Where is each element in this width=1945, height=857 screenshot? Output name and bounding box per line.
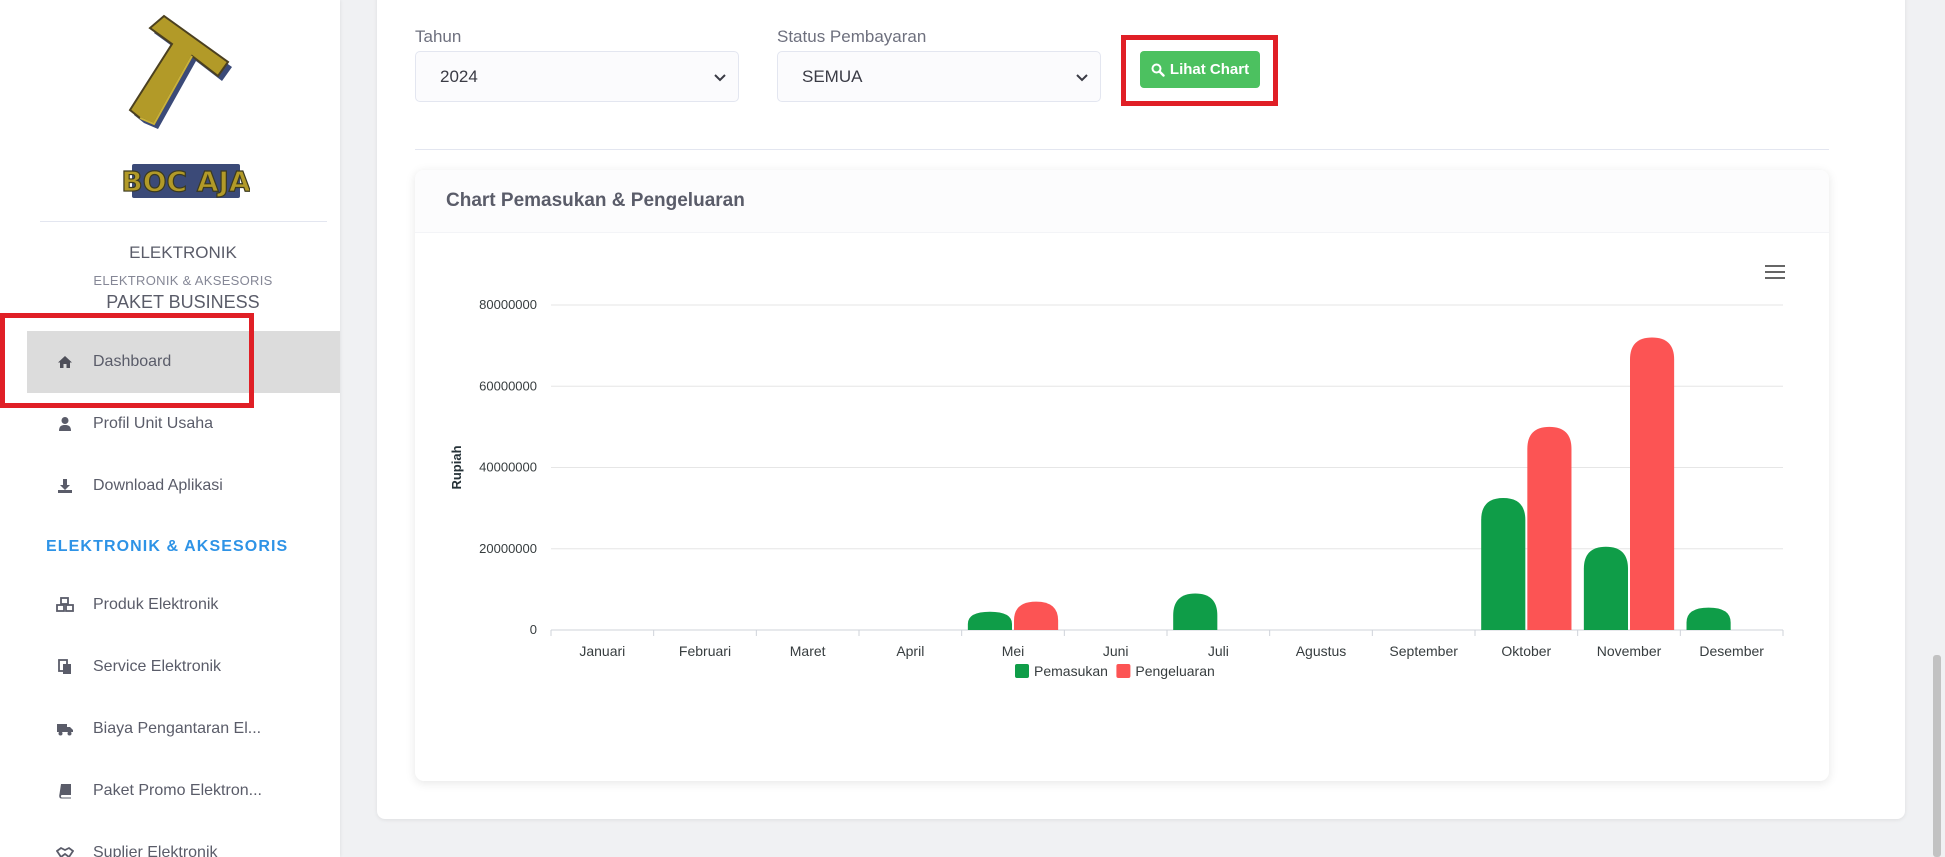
sidebar-item-label: Paket Promo Elektron... (93, 782, 262, 799)
sidebar-item-label: Suplier Elektronik (93, 844, 218, 857)
year-select[interactable]: 2024 (415, 51, 739, 102)
x-tick-label: Mei (1002, 643, 1025, 659)
status-label: Status Pembayaran (777, 27, 927, 46)
copy-icon (56, 658, 74, 676)
sidebar-item-label: Biaya Pengantaran El... (93, 720, 262, 737)
bar-pengeluaran (1630, 337, 1675, 630)
legend-marker (1116, 664, 1131, 678)
sidebar-section-heading: ELEKTRONIK & AKSESORIS (46, 538, 289, 555)
sidebar: BOC AJA ELEKTRONIK ELEKTRONIK & AKSESORI… (0, 0, 340, 857)
sidebar-item-biaya-pengantaran[interactable]: Biaya Pengantaran El... (0, 698, 340, 760)
scrollbar[interactable] (1933, 655, 1941, 857)
book-icon (56, 782, 74, 800)
sidebar-item-suplier-elektronik[interactable]: Suplier Elektronik (0, 822, 340, 857)
lihat-chart-label: Lihat Chart (1169, 61, 1250, 78)
status-select-value: SEMUA (802, 66, 863, 86)
business-plan: PAKET BUSINESS (106, 292, 260, 312)
logo-text: BOC AJA (121, 164, 250, 199)
sidebar-item-label: Produk Elektronik (93, 596, 219, 613)
home-icon (56, 353, 74, 371)
x-tick-label: Maret (790, 643, 826, 659)
brand-logo-graphic: BOC AJA (121, 14, 250, 199)
y-tick-label: 80000000 (479, 297, 537, 312)
sidebar-item-label: Download Aplikasi (93, 477, 223, 494)
sidebar-divider (40, 221, 327, 222)
bar-pengeluaran (1014, 601, 1059, 630)
sidebar-item-service-elektronik[interactable]: Service Elektronik (0, 636, 340, 698)
legend-label: Pemasukan (1034, 663, 1108, 679)
svg-text:BOC AJA: BOC AJA (121, 165, 250, 198)
lihat-chart-button[interactable]: Lihat Chart (1140, 51, 1260, 88)
business-category: ELEKTRONIK & AKSESORIS (93, 273, 273, 288)
sidebar-item-paket-promo[interactable]: Paket Promo Elektron... (0, 760, 340, 822)
sidebar-item-dashboard[interactable]: Dashboard (27, 331, 340, 393)
y-tick-label: 40000000 (479, 460, 537, 475)
legend-label: Pengeluaran (1135, 663, 1214, 679)
sidebar-item-profil-unit-usaha[interactable]: Profil Unit Usaha (0, 393, 340, 455)
x-tick-label: Juni (1103, 643, 1129, 659)
x-tick-label: Oktober (1501, 643, 1551, 659)
year-label: Tahun (415, 27, 462, 46)
x-tick-label: April (896, 643, 924, 659)
sidebar-item-label: Profil Unit Usaha (93, 415, 214, 432)
x-tick-label: Januari (579, 643, 625, 659)
chart-card: Chart Pemasukan & Pengeluaran 0 20000000 4… (415, 170, 1829, 781)
truck-icon (56, 720, 74, 738)
download-icon (56, 477, 74, 495)
chevron-down-icon (714, 74, 726, 82)
business-type: ELEKTRONIK (129, 243, 237, 262)
x-tick-label: Agustus (1296, 643, 1347, 659)
bar-chart: 0 20000000 40000000 60000000 80000000 Rupiah J… (449, 297, 1784, 679)
sidebar-item-download-aplikasi[interactable]: Download Aplikasi (0, 455, 340, 517)
y-tick-label: 0 (530, 622, 537, 637)
y-tick-label: 60000000 (479, 378, 537, 393)
x-tick-label: September (1389, 643, 1458, 659)
search-icon (1151, 63, 1165, 77)
bar-pengeluaran (1527, 426, 1572, 630)
x-tick-label: November (1597, 643, 1662, 659)
bar-pemasukan (1686, 607, 1731, 630)
bar-pemasukan (1583, 546, 1628, 630)
bar-pemasukan (1481, 497, 1526, 630)
bar-pemasukan (967, 611, 1012, 630)
year-select-value: 2024 (440, 66, 478, 86)
chevron-down-icon (1076, 74, 1088, 82)
x-tick-label: Februari (679, 643, 731, 659)
sidebar-item-label: Dashboard (93, 353, 172, 370)
status-select[interactable]: SEMUA (777, 51, 1101, 102)
x-tick-label: Juli (1208, 643, 1229, 659)
cubes-icon (56, 596, 74, 614)
handshake-icon (56, 844, 74, 857)
y-tick-label: 20000000 (479, 541, 537, 556)
legend-marker (1015, 664, 1029, 678)
y-axis-label: Rupiah (449, 445, 464, 489)
x-tick-label: Desember (1699, 643, 1764, 659)
content-divider (415, 149, 1829, 150)
user-icon (56, 415, 74, 433)
sidebar-item-produk-elektronik[interactable]: Produk Elektronik (0, 574, 340, 636)
sidebar-item-label: Service Elektronik (93, 658, 222, 675)
bar-pemasukan (1173, 593, 1218, 630)
brand-logo[interactable]: BOC AJA (120, 6, 250, 206)
